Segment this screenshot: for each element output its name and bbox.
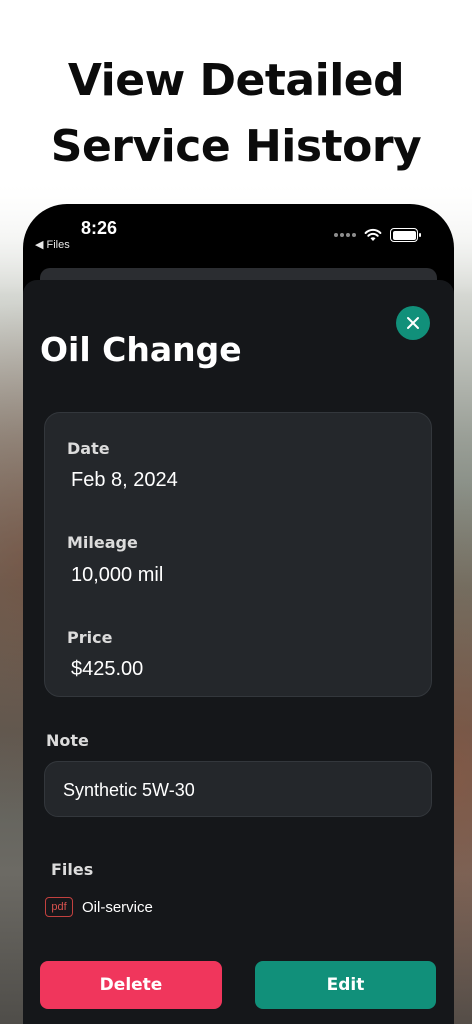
status-icons: [334, 228, 421, 242]
price-value: $425.00: [71, 658, 144, 680]
files-label: Files: [51, 860, 94, 879]
status-time: 8:26: [81, 218, 118, 238]
promo-headline: View Detailed Service History: [0, 48, 472, 180]
mileage-value: 10,000 mil: [71, 564, 164, 586]
back-to-files-link[interactable]: ◀ Files: [35, 238, 70, 251]
close-icon: [407, 317, 419, 329]
battery-icon: [390, 228, 421, 242]
delete-button[interactable]: Delete: [40, 961, 222, 1009]
wifi-icon: [364, 228, 382, 241]
signal-dots-icon: [334, 233, 356, 237]
file-name: Oil-service: [82, 898, 153, 916]
file-item[interactable]: pdf Oil-service: [45, 897, 153, 917]
page-title: Oil Change: [40, 330, 242, 369]
headline-line-1: View Detailed: [67, 55, 405, 106]
close-button[interactable]: [396, 306, 430, 340]
headline-line-2: Service History: [50, 121, 422, 172]
date-value: Feb 8, 2024: [71, 469, 178, 491]
edit-button[interactable]: Edit: [255, 961, 436, 1009]
date-label: Date: [67, 439, 110, 458]
note-label: Note: [46, 731, 89, 750]
service-info-card: Date Feb 8, 2024 Mileage 10,000 mil Pric…: [44, 412, 432, 697]
battery-level-fill: [392, 230, 416, 240]
mileage-label: Mileage: [67, 533, 138, 552]
note-field: Synthetic 5W-30: [44, 761, 432, 817]
price-label: Price: [67, 628, 113, 647]
phone-screen: 8:26 ◀ Files Oil Change Date Feb 8, 2024…: [23, 204, 454, 1024]
pdf-file-icon: pdf: [45, 897, 73, 917]
